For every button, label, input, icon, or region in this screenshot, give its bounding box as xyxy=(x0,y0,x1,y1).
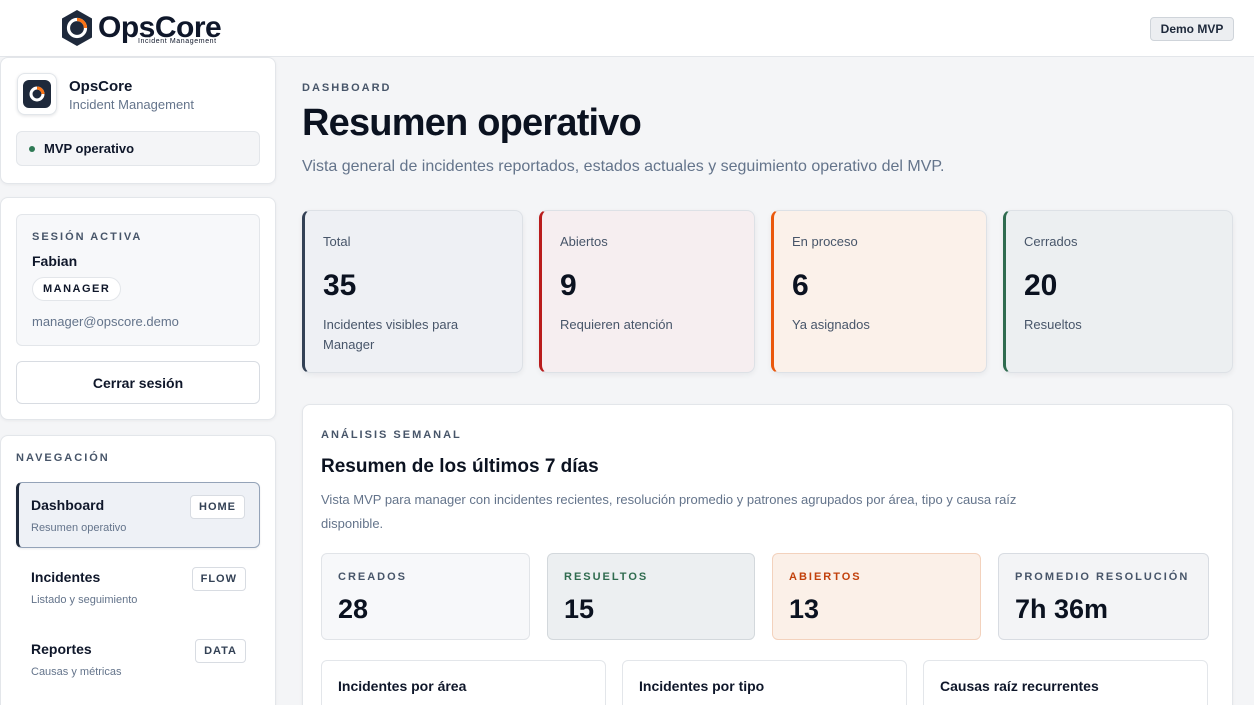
breakdown-card-area: Incidentes por área xyxy=(321,660,606,705)
metric-value: 7h 36m xyxy=(1015,594,1109,624)
metric-promedio-resolucion: PROMEDIO RESOLUCIÓN 7h 36m xyxy=(998,553,1209,640)
logout-button[interactable]: Cerrar sesión xyxy=(16,361,260,404)
stat-value: 9 xyxy=(560,269,577,302)
stat-card-abiertos[interactable]: Abiertos 9 Requieren atención xyxy=(539,210,755,373)
stat-label: Total xyxy=(323,234,351,249)
brand-tagline: Incident Management xyxy=(138,38,217,45)
nav-item-tag: FLOW xyxy=(191,567,246,591)
metric-value: 15 xyxy=(564,594,595,624)
stat-value: 6 xyxy=(792,269,809,302)
stat-card-cerrados[interactable]: Cerrados 20 Resueltos xyxy=(1003,210,1233,373)
nav-item-tag: HOME xyxy=(190,495,245,519)
navigation-eyebrow: NAVEGACIÓN xyxy=(16,452,110,464)
metric-creados: CREADOS 28 xyxy=(321,553,530,640)
breakdown-card-tipo: Incidentes por tipo xyxy=(622,660,907,705)
nav-item-label: Reportes xyxy=(31,641,92,657)
nav-item-label: Incidentes xyxy=(31,569,101,585)
page-eyebrow: DASHBOARD xyxy=(302,82,392,94)
role-badge: MANAGER xyxy=(32,277,122,301)
breakdown-title: Incidentes por área xyxy=(338,678,467,694)
stat-value: 20 xyxy=(1024,269,1058,302)
status-badge: MVP operativo xyxy=(16,131,260,166)
nav-item-tag: DATA xyxy=(195,639,246,663)
page-title: Resumen operativo xyxy=(302,102,642,144)
nav-item-desc: Causas y métricas xyxy=(31,666,122,678)
stat-card-total[interactable]: Total 35 Incidentes visibles para Manage… xyxy=(302,210,523,373)
breakdown-card-causas: Causas raíz recurrentes xyxy=(923,660,1208,705)
metric-resueltos: RESUELTOS 15 xyxy=(547,553,755,640)
metric-label: RESUELTOS xyxy=(564,571,649,583)
sidebar-item-dashboard[interactable]: Dashboard Resumen operativo HOME xyxy=(16,482,260,548)
hexagon-logo-icon xyxy=(60,9,94,47)
metric-label: CREADOS xyxy=(338,571,408,583)
stat-value: 35 xyxy=(323,269,357,302)
top-bar: OpsCore Incident Management Demo MVP xyxy=(0,0,1254,57)
stat-card-en-proceso[interactable]: En proceso 6 Ya asignados xyxy=(771,210,987,373)
nav-item-desc: Resumen operativo xyxy=(31,522,127,534)
status-dot-icon xyxy=(29,145,35,152)
page-description: Vista general de incidentes reportados, … xyxy=(302,158,945,175)
sidebar-item-reportes[interactable]: Reportes Causas y métricas DATA xyxy=(16,627,260,693)
metric-value: 13 xyxy=(789,594,820,624)
app-icon xyxy=(17,73,57,115)
stat-note: Incidentes visibles para Manager xyxy=(323,317,459,352)
demo-mvp-button[interactable]: Demo MVP xyxy=(1150,17,1234,41)
stat-note: Resueltos xyxy=(1024,317,1082,332)
metric-abiertos: ABIERTOS 13 xyxy=(772,553,981,640)
session-eyebrow: SESIÓN ACTIVA xyxy=(32,231,143,243)
weekly-description: Vista MVP para manager con incidentes re… xyxy=(321,492,1017,531)
metric-label: PROMEDIO RESOLUCIÓN xyxy=(1015,571,1190,583)
sidebar-app-subtitle: Incident Management xyxy=(69,97,195,112)
stat-label: En proceso xyxy=(792,234,858,249)
session-email: manager@opscore.demo xyxy=(32,314,179,329)
weekly-eyebrow: ANÁLISIS SEMANAL xyxy=(321,429,462,441)
nav-item-label: Dashboard xyxy=(31,497,105,513)
sidebar-item-incidentes[interactable]: Incidentes Listado y seguimiento FLOW xyxy=(16,555,260,621)
status-label: MVP operativo xyxy=(44,141,135,156)
stat-label: Abiertos xyxy=(560,234,608,249)
stat-label: Cerrados xyxy=(1024,234,1078,249)
stat-note: Ya asignados xyxy=(792,317,870,332)
sidebar-app-title: OpsCore xyxy=(69,78,133,95)
metric-label: ABIERTOS xyxy=(789,571,862,583)
breakdown-title: Causas raíz recurrentes xyxy=(940,678,1099,694)
metric-value: 28 xyxy=(338,594,369,624)
breakdown-title: Incidentes por tipo xyxy=(639,678,765,694)
stat-note: Requieren atención xyxy=(560,317,673,332)
session-user-name: Fabian xyxy=(32,253,78,269)
nav-item-desc: Listado y seguimiento xyxy=(31,594,138,606)
weekly-title: Resumen de los últimos 7 días xyxy=(321,456,599,477)
opscore-logo-icon xyxy=(23,80,51,108)
